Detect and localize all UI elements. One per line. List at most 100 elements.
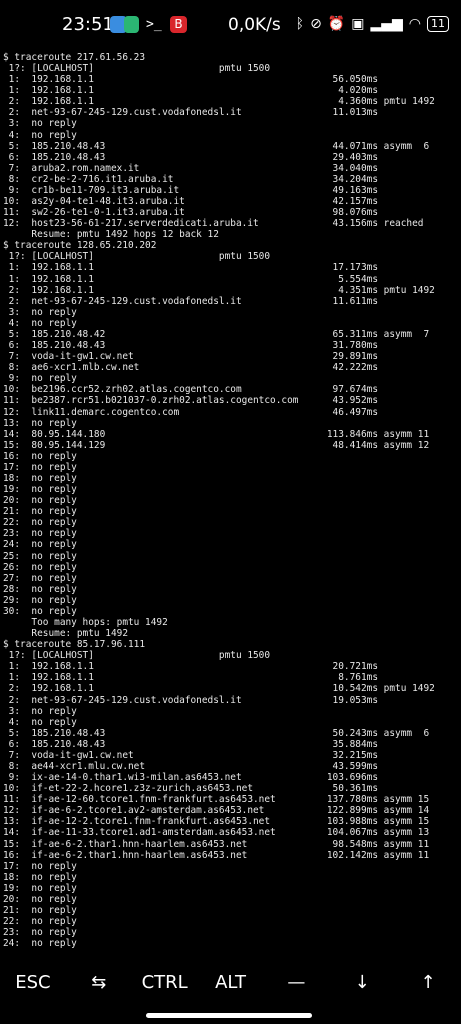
terminal-line: 9: no reply xyxy=(3,373,77,385)
tab-key[interactable]: ⇆ xyxy=(66,958,132,1008)
terminal-line: 25: no reply xyxy=(3,550,77,562)
terminal-line: 7: voda-it-gw1.cw.net 32.215ms xyxy=(3,749,379,761)
key-label: — xyxy=(287,972,306,993)
terminal-line: 7: aruba2.rom.namex.it 34.040ms xyxy=(3,162,379,174)
terminal-line: 1?: [LOCALHOST] pmtu 1500 xyxy=(3,63,271,75)
terminal-line: 5: 185.210.48.43 50.243ms asymm 6 xyxy=(3,727,430,739)
terminal-line: 24: no reply xyxy=(3,938,77,950)
terminal-line: 22: no reply xyxy=(3,517,77,529)
terminal-output[interactable]: $ traceroute 217.61.56.23 1?: [LOCALHOST… xyxy=(3,52,458,958)
terminal-line: 24: no reply xyxy=(3,539,77,551)
nfc-icon: ▣ xyxy=(351,16,365,32)
terminal-line: 3: no reply xyxy=(3,306,77,318)
terminal-line: 6: 185.210.48.43 29.403ms xyxy=(3,151,379,163)
terminal-line: 20: no reply xyxy=(3,495,77,507)
terminal-line: 22: no reply xyxy=(3,916,77,928)
terminal-line: 19: no reply xyxy=(3,882,77,894)
tab-arrows-icon: ⇆ xyxy=(91,972,107,993)
terminal-line: 2: net-93-67-245-129.cust.vodafonedsl.it… xyxy=(3,295,379,307)
ctrl-key[interactable]: CTRL xyxy=(132,958,198,1008)
terminal-line: 18: no reply xyxy=(3,472,77,484)
terminal-line: 6: 185.210.48.43 35.884ms xyxy=(3,738,379,750)
terminal-line: 3: no reply xyxy=(3,118,77,130)
terminal-line: 1: 192.168.1.1 56.050ms xyxy=(3,74,379,86)
terminal-line: 27: no reply xyxy=(3,572,77,584)
terminal-line: 8: ae44-xcr1.mlu.cw.net 43.599ms xyxy=(3,761,379,772)
terminal-line: 4: no reply xyxy=(3,716,77,728)
terminal-line: 1: 192.168.1.1 17.173ms xyxy=(3,262,379,274)
terminal-line: 20: no reply xyxy=(3,893,77,905)
terminal-line: 2: net-93-67-245-129.cust.vodafonedsl.it… xyxy=(3,694,379,706)
terminal-line: 23: no reply xyxy=(3,528,77,540)
battery-icon: 11 xyxy=(427,16,449,32)
terminal-line: 13: if-ae-12-2.tcore1.fnm-frankfurt.as64… xyxy=(3,816,430,828)
terminal-line: $ traceroute 128.65.210.202 xyxy=(3,240,157,252)
terminal-line: 16: if-ae-6-2.thar1.hnn-haarlem.as6453.n… xyxy=(3,849,430,861)
terminal-line: 1: 192.168.1.1 5.554ms xyxy=(3,273,379,285)
bitwarden-icon: B xyxy=(170,16,187,33)
terminal-line: 11: if-ae-12-60.tcore1.fnm-frankfurt.as6… xyxy=(3,794,430,806)
arrow-up-key[interactable]: ↑ xyxy=(395,958,461,1008)
key-label: CTRL xyxy=(141,972,188,993)
arrow-down-key[interactable]: ↓ xyxy=(329,958,395,1008)
terminal-line: 10: be2196.ccr52.zrh02.atlas.cogentco.co… xyxy=(3,384,379,396)
extra-keys-bar: ESC ⇆ CTRL ALT — ↓ ↑ xyxy=(0,958,461,1008)
terminal-line: 2: 192.168.1.1 4.360ms pmtu 1492 xyxy=(3,96,435,108)
terminal-line: 16: no reply xyxy=(3,450,77,462)
terminal-line: 8: ae6-xcr1.mlb.cw.net 42.222ms xyxy=(3,362,379,374)
terminal-line: 1?: [LOCALHOST] pmtu 1500 xyxy=(3,251,271,263)
status-bar: 23:51 >_ B 0,0K/s ᛒ ⊘ ⏰ ▣ ▂▄▆ ◠ 11 xyxy=(0,0,461,48)
terminal-line: 19: no reply xyxy=(3,484,77,496)
terminal-line: 1: 192.168.1.1 20.721ms xyxy=(3,661,379,673)
terminal-line: Resume: pmtu 1492 xyxy=(3,628,129,640)
terminal-line: 10: as2y-04-te1-48.it3.aruba.it 42.157ms xyxy=(3,196,379,208)
terminal-line: 23: no reply xyxy=(3,927,77,939)
terminal-line: 2: 192.168.1.1 10.542ms pmtu 1492 xyxy=(3,683,435,695)
dash-key[interactable]: — xyxy=(263,958,329,1008)
bluetooth-icon: ᛒ xyxy=(295,16,305,32)
key-label: ESC xyxy=(15,972,51,993)
terminal-line: 6: 185.210.48.43 31.780ms xyxy=(3,340,379,352)
terminal-line: Resume: pmtu 1492 hops 12 back 12 xyxy=(3,229,219,241)
alt-key[interactable]: ALT xyxy=(198,958,264,1008)
vibrate-off-icon: ⊘ xyxy=(310,16,322,32)
terminal-line: $ traceroute 85.17.96.111 xyxy=(3,639,146,651)
terminal-line: $ traceroute 217.61.56.23 xyxy=(3,52,146,63)
terminal-line: 1: 192.168.1.1 8.761ms xyxy=(3,672,379,684)
clock: 23:51 xyxy=(62,14,114,35)
terminal-line: 3: no reply xyxy=(3,705,77,717)
terminal-line: 15: 80.95.144.129 48.414ms asymm 12 xyxy=(3,439,430,451)
wifi-icon: ◠ xyxy=(408,16,421,32)
terminal-icon: >_ xyxy=(146,17,162,32)
terminal-line: 1: 192.168.1.1 4.020ms xyxy=(3,85,379,97)
gesture-navigation-bar[interactable] xyxy=(146,1013,312,1018)
terminal-line: 18: no reply xyxy=(3,871,77,883)
terminal-line: 21: no reply xyxy=(3,905,77,917)
terminal-line: 30: no reply xyxy=(3,605,77,617)
key-label: ↑ xyxy=(420,972,436,993)
terminal-line: 9: cr1b-be11-709.it3.aruba.it 49.163ms xyxy=(3,184,379,196)
terminal-line: 13: no reply xyxy=(3,417,77,429)
terminal-line: 11: sw2-26-te1-0-1.it3.aruba.it 98.076ms xyxy=(3,207,379,219)
esc-key[interactable]: ESC xyxy=(0,958,66,1008)
terminal-line: 8: cr2-be-2-716.it1.aruba.it 34.204ms xyxy=(3,173,379,185)
terminal-line: 14: if-ae-11-33.tcore1.ad1-amsterdam.as6… xyxy=(3,827,430,839)
terminal-line: 5: 185.210.48.43 44.071ms asymm 6 xyxy=(3,140,430,152)
terminal-line: 11: be2387.rcr51.b021037-0.zrh02.atlas.c… xyxy=(3,395,379,407)
terminal-line: 12: link11.demarc.cogentco.com 46.497ms xyxy=(3,406,379,418)
terminal-line: 9: ix-ae-14-0.thar1.wi3-milan.as6453.net… xyxy=(3,772,379,784)
terminal-line: 28: no reply xyxy=(3,583,77,595)
terminal-line: 21: no reply xyxy=(3,506,77,518)
terminal-line: 26: no reply xyxy=(3,561,77,573)
terminal-line: 12: host23-56-61-217.serverdedicati.arub… xyxy=(3,218,424,230)
terminal-line: 1?: [LOCALHOST] pmtu 1500 xyxy=(3,650,271,662)
terminal-line: 2: 192.168.1.1 4.351ms pmtu 1492 xyxy=(3,284,435,296)
terminal-line: Too many hops: pmtu 1492 xyxy=(3,616,168,628)
signal-icon: ▂▄▆ xyxy=(370,16,403,32)
terminal-line: 4: no reply xyxy=(3,129,77,141)
terminal-line: 29: no reply xyxy=(3,594,77,606)
shield-app-icon xyxy=(124,16,139,33)
terminal-line: 12: if-ae-6-2.tcore1.av2-amsterdam.as645… xyxy=(3,805,430,817)
alarm-icon: ⏰ xyxy=(327,16,346,32)
terminal-line: 17: no reply xyxy=(3,860,77,872)
